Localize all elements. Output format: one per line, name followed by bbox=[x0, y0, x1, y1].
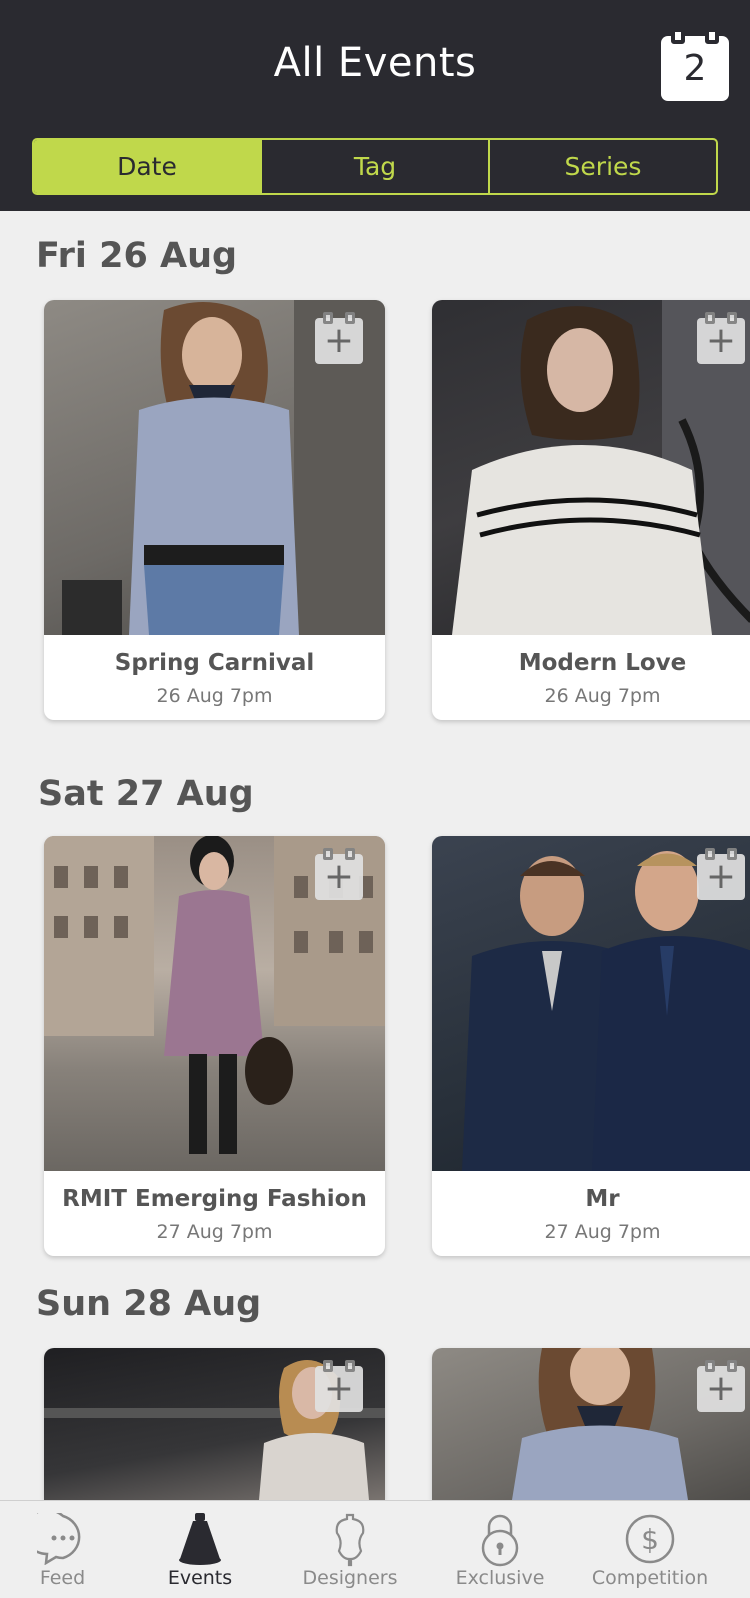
event-photo: + bbox=[44, 836, 385, 1171]
event-title: Modern Love bbox=[518, 650, 687, 676]
tab-competition[interactable]: $ Competition bbox=[575, 1501, 725, 1598]
event-title: Mr bbox=[585, 1186, 620, 1212]
event-card[interactable]: + RMIT Emerging Fashion 27 Aug 7pm bbox=[44, 836, 385, 1256]
calendar-ring-icon bbox=[705, 28, 719, 44]
svg-text:$: $ bbox=[641, 1523, 659, 1556]
segment-series[interactable]: Series bbox=[488, 140, 716, 193]
event-photo: + bbox=[432, 300, 750, 635]
plus-icon: + bbox=[705, 320, 737, 361]
event-photo: + bbox=[44, 300, 385, 635]
event-card[interactable]: + Spring Carnival 26 Aug 7pm bbox=[44, 300, 385, 720]
segmented-control: Date Tag Series bbox=[32, 138, 718, 195]
segment-tag[interactable]: Tag bbox=[260, 140, 488, 193]
header-bar: All Events 2 Date Tag Series bbox=[0, 0, 750, 211]
add-to-calendar-button[interactable]: + bbox=[315, 848, 363, 900]
add-to-calendar-button[interactable]: + bbox=[697, 848, 745, 900]
spotlight-icon bbox=[179, 1513, 221, 1565]
date-heading: Sat 27 Aug bbox=[38, 774, 254, 814]
event-time: 26 Aug 7pm bbox=[544, 685, 661, 707]
tab-designers[interactable]: Designers bbox=[275, 1501, 425, 1598]
tab-label: Events bbox=[167, 1567, 233, 1589]
event-photo: + bbox=[432, 1348, 750, 1500]
speech-bubble-icon bbox=[36, 1513, 80, 1565]
event-photo: + bbox=[44, 1348, 385, 1500]
tab-events[interactable]: Events bbox=[125, 1501, 275, 1598]
event-time: 26 Aug 7pm bbox=[156, 685, 273, 707]
dollar-icon: $ bbox=[625, 1514, 675, 1564]
segment-date[interactable]: Date bbox=[34, 140, 260, 193]
plus-icon: + bbox=[323, 1368, 355, 1409]
tab-feed[interactable]: Feed bbox=[0, 1501, 125, 1598]
event-title: RMIT Emerging Fashion bbox=[62, 1186, 367, 1212]
event-card[interactable]: + bbox=[44, 1348, 385, 1500]
plus-icon: + bbox=[705, 1368, 737, 1409]
padlock-icon bbox=[481, 1514, 519, 1567]
plus-icon: + bbox=[323, 856, 355, 897]
tab-label: Competition bbox=[591, 1567, 709, 1589]
dress-form-icon bbox=[335, 1513, 365, 1567]
tab-label: Exclusive bbox=[455, 1567, 545, 1589]
date-heading: Fri 26 Aug bbox=[36, 236, 238, 276]
add-to-calendar-button[interactable]: + bbox=[315, 312, 363, 364]
calendar-ring-icon bbox=[671, 28, 685, 44]
tab-label: Designers bbox=[302, 1567, 398, 1589]
add-to-calendar-button[interactable]: + bbox=[697, 312, 745, 364]
event-photo: + bbox=[432, 836, 750, 1171]
tab-bar: Feed Events Designers Exclusive $ Compet… bbox=[0, 1500, 750, 1598]
event-time: 27 Aug 7pm bbox=[544, 1221, 661, 1243]
plus-icon: + bbox=[323, 320, 355, 361]
calendar-count: 2 bbox=[683, 48, 707, 89]
event-time: 27 Aug 7pm bbox=[156, 1221, 273, 1243]
event-title: Spring Carnival bbox=[114, 650, 315, 676]
my-calendar-button[interactable]: 2 bbox=[661, 28, 729, 101]
event-card[interactable]: + Mr 27 Aug 7pm bbox=[432, 836, 750, 1256]
tab-label: Feed bbox=[39, 1567, 86, 1589]
plus-icon: + bbox=[705, 856, 737, 897]
add-to-calendar-button[interactable]: + bbox=[315, 1360, 363, 1412]
event-card[interactable]: + Modern Love 26 Aug 7pm bbox=[432, 300, 750, 720]
add-to-calendar-button[interactable]: + bbox=[697, 1360, 745, 1412]
event-card[interactable]: + bbox=[432, 1348, 750, 1500]
page-title: All Events bbox=[273, 40, 477, 86]
date-heading: Sun 28 Aug bbox=[36, 1284, 262, 1324]
tab-exclusive[interactable]: Exclusive bbox=[425, 1501, 575, 1598]
